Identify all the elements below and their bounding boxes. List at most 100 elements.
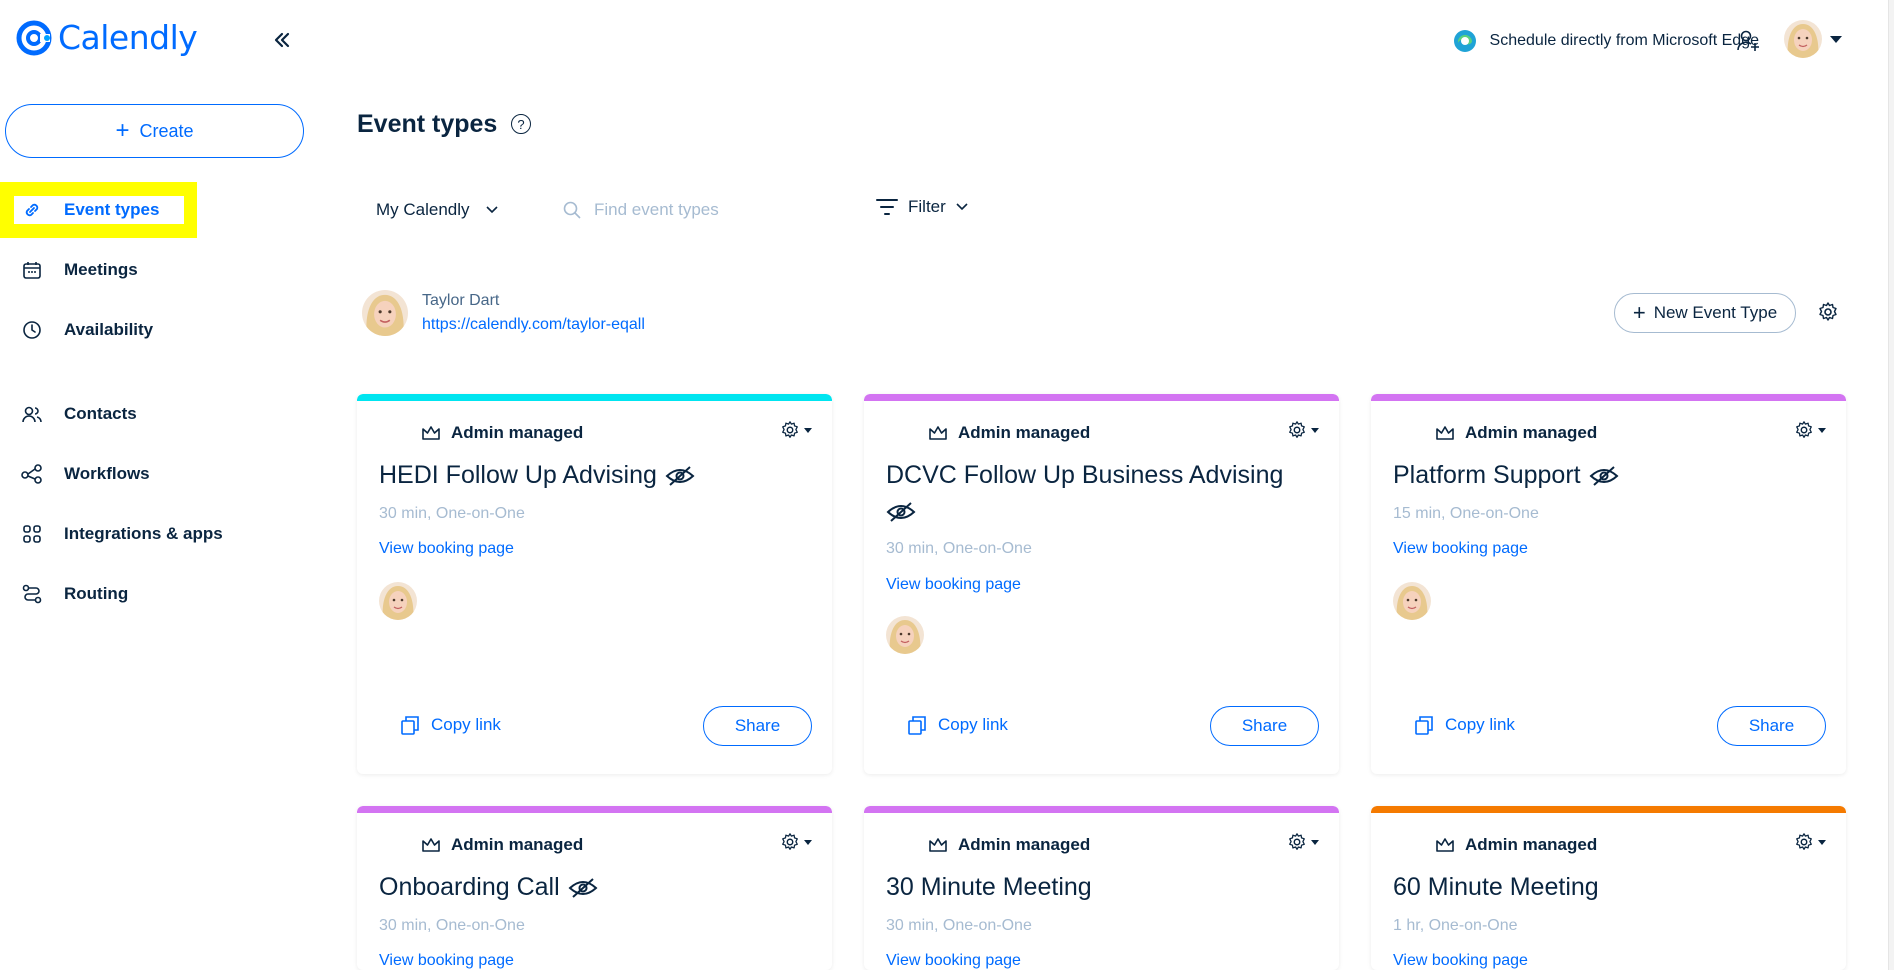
create-button[interactable]: + Create (5, 104, 304, 158)
caret-down-icon (1311, 839, 1319, 845)
routing-icon (20, 582, 44, 606)
view-booking-page-link[interactable]: View booking page (886, 576, 1021, 594)
gear-icon (782, 833, 798, 850)
caret-down-icon (1818, 839, 1826, 845)
admin-managed-label: Admin managed (1465, 835, 1598, 854)
card-title[interactable]: Onboarding Call (379, 870, 799, 905)
copy-link-button[interactable]: Copy link (399, 714, 501, 736)
settings-gear-button[interactable] (1817, 301, 1839, 323)
card-header: Admin managed (357, 401, 832, 443)
sidebar-item-integrations[interactable]: Integrations & apps (20, 514, 223, 554)
avatar-image (362, 290, 408, 336)
search-icon (563, 201, 581, 219)
calendar-select[interactable]: My Calendly (376, 200, 498, 220)
calendly-logo[interactable]: Calendly (16, 18, 198, 57)
account-menu-caret-icon[interactable] (1830, 36, 1842, 43)
new-event-type-label: New Event Type (1653, 303, 1778, 322)
card-settings-button[interactable] (780, 420, 812, 440)
host-avatar (886, 616, 924, 654)
card-header: Admin managed (1371, 401, 1846, 442)
crown-icon (1436, 426, 1454, 440)
card-title[interactable]: 30 Minute Meeting (886, 870, 1306, 905)
card-header: Admin managed (1371, 813, 1846, 854)
event-title: Onboarding Call (379, 873, 560, 901)
caret-down-icon (1818, 427, 1826, 433)
event-type-card[interactable]: Admin managed 60 Minute Meeting 1 hr, One… (1371, 806, 1846, 970)
sidebar-item-routing[interactable]: Routing (20, 574, 128, 614)
event-type-card[interactable]: Admin managed DCVC Follow Up Business Ad… (864, 394, 1339, 774)
event-meta: 30 min, One-on-One (886, 540, 1032, 557)
admin-managed-badge: Admin managed (421, 423, 583, 443)
caret-down-icon (804, 427, 812, 433)
collapse-sidebar-button[interactable] (268, 26, 296, 54)
copy-icon (1415, 716, 1433, 735)
admin-managed-badge: Admin managed (928, 835, 1090, 855)
new-event-type-button[interactable]: + New Event Type (1614, 293, 1796, 333)
view-booking-page-link[interactable]: View booking page (379, 952, 514, 970)
event-type-card[interactable]: Admin managed 30 Minute Meeting 30 min, O… (864, 806, 1339, 970)
copy-icon (401, 716, 419, 735)
view-booking-page-link[interactable]: View booking page (1393, 952, 1528, 970)
edge-browser-icon (1453, 30, 1476, 52)
event-type-card[interactable]: Admin managed Platform Support 15 min, On… (1371, 394, 1846, 774)
card-title[interactable]: DCVC Follow Up Business Advising (886, 458, 1306, 523)
view-booking-page-link[interactable]: View booking page (1393, 540, 1528, 558)
share-button[interactable]: Share (703, 706, 812, 746)
schedule-from-edge[interactable]: Schedule directly from Microsoft Edge (1452, 28, 1759, 54)
gear-icon (1819, 302, 1837, 321)
filter-button[interactable]: Filter (876, 197, 968, 217)
share-button[interactable]: Share (1210, 706, 1319, 746)
user-row: Taylor Dart https://calendly.com/taylor-… (362, 290, 645, 336)
card-title[interactable]: Platform Support (1393, 458, 1813, 493)
sidebar-item-availability[interactable]: Availability (20, 310, 153, 350)
contacts-icon (20, 402, 44, 426)
card-settings-button[interactable] (780, 832, 812, 852)
help-icon[interactable]: ? (511, 114, 531, 134)
create-label: Create (139, 120, 194, 141)
card-settings-button[interactable] (1287, 832, 1319, 852)
hidden-eye-icon (1589, 465, 1619, 486)
card-settings-button[interactable] (1794, 832, 1826, 852)
event-type-card[interactable]: Admin managed HEDI Follow Up Advising 30 … (357, 394, 832, 774)
sidebar-item-event-types[interactable]: Event types (20, 190, 159, 230)
event-type-card[interactable]: Admin managed Onboarding Call 30 min, One… (357, 806, 832, 970)
copy-link-button[interactable]: Copy link (1413, 714, 1515, 736)
card-settings-button[interactable] (1287, 420, 1319, 440)
event-title: Platform Support (1393, 461, 1581, 489)
user-scheduling-link[interactable]: https://calendly.com/taylor-eqall (422, 316, 645, 334)
event-title: DCVC Follow Up Business Advising (886, 461, 1284, 489)
sidebar-item-label: Meetings (64, 260, 138, 279)
page-scrollbar[interactable] (1888, 0, 1894, 970)
copy-link-button[interactable]: Copy link (906, 714, 1008, 736)
caret-down-icon (1311, 427, 1319, 433)
hidden-eye-icon (568, 877, 598, 898)
card-title[interactable]: HEDI Follow Up Advising (379, 458, 799, 493)
sidebar-item-meetings[interactable]: Meetings (20, 250, 138, 290)
card-header: Admin managed (357, 813, 832, 855)
sidebar-item-workflows[interactable]: Workflows (20, 454, 150, 494)
card-color-bar (357, 394, 832, 401)
card-settings-button[interactable] (1794, 420, 1826, 440)
caret-down-icon (804, 839, 812, 845)
view-booking-page-link[interactable]: View booking page (379, 540, 514, 558)
copy-link-label: Copy link (938, 715, 1008, 734)
avatar-image (1784, 20, 1822, 58)
admin-managed-badge: Admin managed (421, 835, 583, 855)
search-box[interactable] (562, 196, 812, 224)
account-avatar[interactable] (1784, 20, 1822, 58)
card-title[interactable]: 60 Minute Meeting (1393, 870, 1813, 905)
card-color-bar (864, 394, 1339, 401)
crown-icon (422, 838, 440, 852)
user-info: Taylor Dart https://calendly.com/taylor-… (422, 292, 645, 334)
event-title: 30 Minute Meeting (886, 873, 1092, 901)
share-button[interactable]: Share (1717, 706, 1826, 746)
search-input[interactable] (594, 200, 794, 220)
sidebar-item-contacts[interactable]: Contacts (20, 394, 137, 434)
view-booking-page-link[interactable]: View booking page (886, 952, 1021, 970)
invite-user-button[interactable] (1736, 28, 1762, 54)
crown-icon (929, 838, 947, 852)
sidebar-item-label: Routing (64, 584, 129, 603)
copy-link-label: Copy link (431, 715, 501, 734)
admin-managed-badge: Admin managed (928, 423, 1090, 443)
host-avatar (379, 582, 417, 620)
